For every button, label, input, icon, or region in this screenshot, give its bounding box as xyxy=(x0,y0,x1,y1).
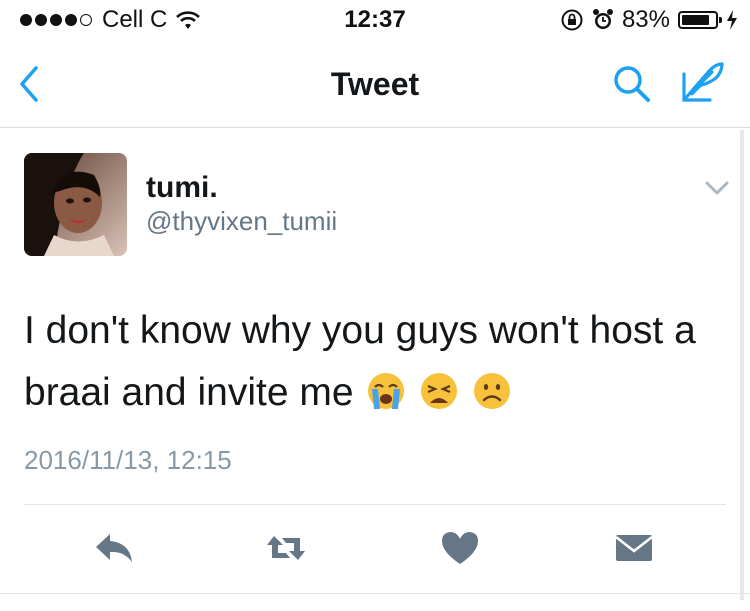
caret-down-icon[interactable] xyxy=(704,178,730,198)
user-handle[interactable]: @thyvixen_tumii xyxy=(146,206,337,237)
reply-icon[interactable] xyxy=(92,528,136,568)
direct-message-icon[interactable] xyxy=(612,528,656,568)
tweet-text-content: I don't know why you guys won't host a b… xyxy=(24,309,696,414)
rotation-lock-icon xyxy=(561,9,583,31)
status-bar: Cell C 12:37 83% xyxy=(0,0,750,40)
battery-icon xyxy=(678,11,722,29)
retweet-icon[interactable] xyxy=(264,528,308,568)
avatar[interactable] xyxy=(24,153,127,256)
like-icon[interactable] xyxy=(438,528,482,568)
tweet-timestamp: 2016/11/13, 12:15 xyxy=(24,445,232,475)
display-name[interactable]: tumi. xyxy=(146,171,218,205)
frowning-emoji-icon xyxy=(474,373,511,409)
status-right-group: 83% xyxy=(560,6,738,34)
charging-icon xyxy=(727,10,737,30)
nav-bar: Tweet xyxy=(0,40,750,128)
divider-bottom xyxy=(0,593,750,594)
compose-icon[interactable] xyxy=(680,60,726,106)
divider xyxy=(24,504,726,505)
scroll-indicator[interactable] xyxy=(740,130,744,600)
battery-percent: 83% xyxy=(621,6,670,33)
weary-emoji-icon xyxy=(421,373,458,409)
crying-emoji-icon xyxy=(368,373,405,409)
alarm-icon xyxy=(592,9,613,29)
tweet-text: I don't know why you guys won't host a b… xyxy=(24,300,724,424)
search-icon[interactable] xyxy=(610,62,654,106)
